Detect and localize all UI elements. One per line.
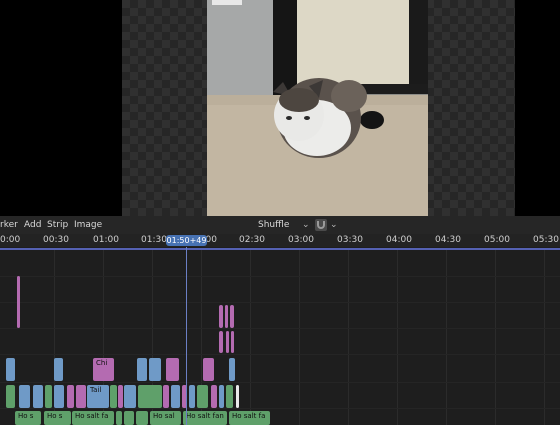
ruler-tick: 03:00 <box>288 235 314 245</box>
channel-separator <box>0 302 560 303</box>
color-strip[interactable]: Chi <box>93 358 114 381</box>
color-strip[interactable] <box>219 305 223 328</box>
ruler-tick: 01:00 <box>93 235 119 245</box>
menu-marker[interactable]: rker <box>0 220 18 230</box>
sound-strip[interactable]: Ho s <box>15 411 41 425</box>
image-strip[interactable] <box>33 385 43 408</box>
channel-separator <box>0 328 560 329</box>
ruler-tick: 01:30 <box>141 235 167 245</box>
channel-separator <box>0 408 560 409</box>
menu-add[interactable]: Add <box>24 220 41 230</box>
time-ruler[interactable]: 0:00 00:30 01:00 01:30 02:00 02:30 03:00… <box>0 234 560 247</box>
image-strip[interactable]: Tail <box>87 385 109 408</box>
color-strip[interactable] <box>166 358 179 381</box>
image-strip[interactable] <box>149 358 161 381</box>
image-strip[interactable] <box>137 358 147 381</box>
sound-strip[interactable]: Ho salt fa <box>72 411 114 425</box>
strip-label: Ho s <box>47 412 63 420</box>
color-strip[interactable] <box>226 331 229 353</box>
menu-strip[interactable]: Strip <box>47 220 68 230</box>
channel-separator <box>0 382 560 383</box>
overlap-mode-dropdown[interactable]: Shuffle <box>258 220 289 230</box>
color-strip[interactable] <box>76 385 86 408</box>
playhead-time-indicator[interactable]: 01:50+49 <box>166 235 207 246</box>
color-strip[interactable] <box>211 385 217 408</box>
sound-strip[interactable]: Ho s <box>44 411 71 425</box>
strip-label: Tail <box>90 386 102 394</box>
image-strip[interactable] <box>219 385 224 408</box>
color-strip[interactable] <box>203 358 214 381</box>
ruler-tick: 00:30 <box>43 235 69 245</box>
chevron-down-icon[interactable]: ⌄ <box>302 220 310 230</box>
playhead-line[interactable] <box>186 247 187 425</box>
chevron-down-icon[interactable]: ⌄ <box>330 220 338 230</box>
color-strip[interactable] <box>17 276 20 328</box>
sound-strip[interactable] <box>138 385 162 408</box>
ruler-tick: 05:30 <box>533 235 559 245</box>
sound-strip[interactable] <box>116 411 122 425</box>
strip-label: Ho salt fan <box>186 412 224 420</box>
selected-strip-handle[interactable] <box>236 385 239 408</box>
cat-photo <box>207 0 428 216</box>
ruler-tick: 0:00 <box>0 235 21 245</box>
ruler-tick: 04:30 <box>435 235 461 245</box>
sequencer-header: rker Add Strip Image Shuffle ⌄ ⌄ <box>0 216 560 234</box>
color-strip[interactable] <box>225 305 228 328</box>
strip-label: Ho sal <box>153 412 175 420</box>
sound-strip[interactable] <box>226 385 233 408</box>
ruler-tick: 05:00 <box>484 235 510 245</box>
sound-strip[interactable]: Ho sal <box>150 411 181 425</box>
menu-image[interactable]: Image <box>74 220 102 230</box>
preview-area[interactable] <box>0 0 560 216</box>
image-strip[interactable] <box>124 385 136 408</box>
sound-strip[interactable] <box>6 385 15 408</box>
snap-magnet-icon[interactable] <box>315 219 327 231</box>
image-strip[interactable] <box>19 385 30 408</box>
sound-strip[interactable] <box>197 385 208 408</box>
strip-label: Ho s <box>18 412 34 420</box>
sound-strip[interactable] <box>45 385 52 408</box>
color-strip[interactable] <box>219 331 223 353</box>
sound-strip[interactable] <box>124 411 134 425</box>
color-strip[interactable] <box>67 385 74 408</box>
channel-separator <box>0 354 560 355</box>
strip-label: Chi <box>96 359 108 367</box>
color-strip[interactable] <box>231 331 234 353</box>
sound-strip[interactable]: Ho salt fa <box>229 411 270 425</box>
ruler-tick: 02:30 <box>239 235 265 245</box>
image-strip[interactable] <box>229 358 235 381</box>
color-strip[interactable] <box>230 305 234 328</box>
ruler-tick: 04:00 <box>386 235 412 245</box>
ruler-tick: 03:30 <box>337 235 363 245</box>
image-strip[interactable] <box>189 385 195 408</box>
color-strip[interactable] <box>163 385 169 408</box>
image-strip[interactable] <box>171 385 180 408</box>
strip-label: Ho salt fa <box>75 412 109 420</box>
preview-frame <box>207 0 428 216</box>
image-strip[interactable] <box>6 358 15 381</box>
strip-label: Ho salt fa <box>232 412 266 420</box>
channel-separator <box>0 276 560 277</box>
color-strip[interactable] <box>118 385 123 408</box>
frame-range-line <box>0 248 560 250</box>
sound-strip[interactable]: Ho salt fan <box>183 411 227 425</box>
image-strip[interactable] <box>54 358 63 381</box>
sound-strip[interactable] <box>136 411 148 425</box>
sound-strip[interactable] <box>110 385 117 408</box>
image-strip[interactable] <box>54 385 64 408</box>
